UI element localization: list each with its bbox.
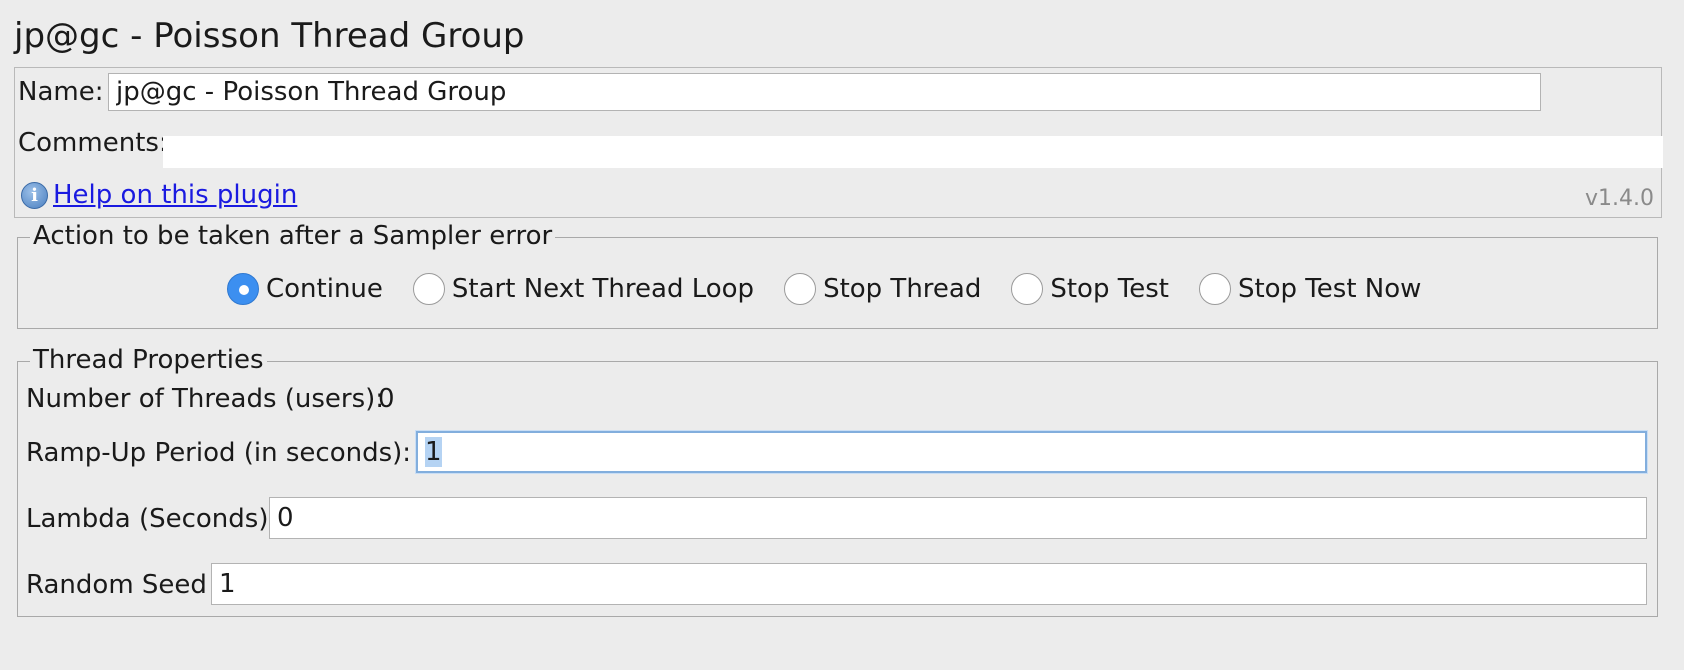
radio-start-next-thread-loop[interactable]: Start Next Thread Loop (412, 273, 755, 305)
radio-stop-test[interactable]: Stop Test (1011, 273, 1169, 305)
radio-indicator[interactable] (1198, 273, 1231, 305)
threads-label: Number of Threads (users): (26, 384, 385, 414)
lambda-field[interactable] (269, 497, 1647, 539)
radio-selected-indicator[interactable] (227, 273, 259, 305)
radio-indicator[interactable] (412, 273, 445, 305)
name-field[interactable] (108, 73, 1541, 111)
radio-label: Stop Test (1050, 274, 1169, 304)
radio-stop-test-now[interactable]: Stop Test Now (1198, 273, 1422, 305)
seed-field[interactable] (211, 563, 1647, 605)
rampup-label: Ramp-Up Period (in seconds): (26, 438, 412, 468)
radio-indicator[interactable] (1011, 273, 1044, 305)
rampup-field[interactable]: 1 (416, 431, 1647, 473)
sampler-error-options: Continue Start Next Thread Loop Stop Thr… (227, 273, 1451, 305)
radio-continue[interactable]: Continue (227, 273, 383, 305)
lambda-label: Lambda (Seconds) (26, 504, 269, 534)
comments-field[interactable] (163, 136, 1663, 168)
comments-label: Comments: (18, 128, 168, 158)
name-panel: Name: Comments: i Help on this plugin v1… (14, 67, 1663, 218)
threads-value: 0 (378, 384, 395, 414)
name-label: Name: (18, 77, 104, 107)
radio-label: Continue (266, 274, 383, 304)
info-icon: i (21, 181, 48, 209)
sampler-error-title: Action to be taken after a Sampler error (30, 220, 556, 252)
seed-label: Random Seed (26, 570, 207, 600)
page-title: jp@gc - Poisson Thread Group (14, 16, 525, 56)
version-label: v1.4.0 (1585, 186, 1654, 211)
radio-label: Stop Thread (823, 274, 982, 304)
rampup-value: 1 (425, 437, 442, 467)
radio-indicator[interactable] (784, 273, 817, 305)
radio-label: Start Next Thread Loop (451, 274, 755, 304)
thread-properties-title: Thread Properties (30, 344, 267, 376)
radio-stop-thread[interactable]: Stop Thread (784, 273, 981, 305)
radio-label: Stop Test Now (1237, 274, 1422, 304)
help-row: i Help on this plugin (21, 179, 297, 211)
help-link[interactable]: Help on this plugin (53, 179, 297, 211)
